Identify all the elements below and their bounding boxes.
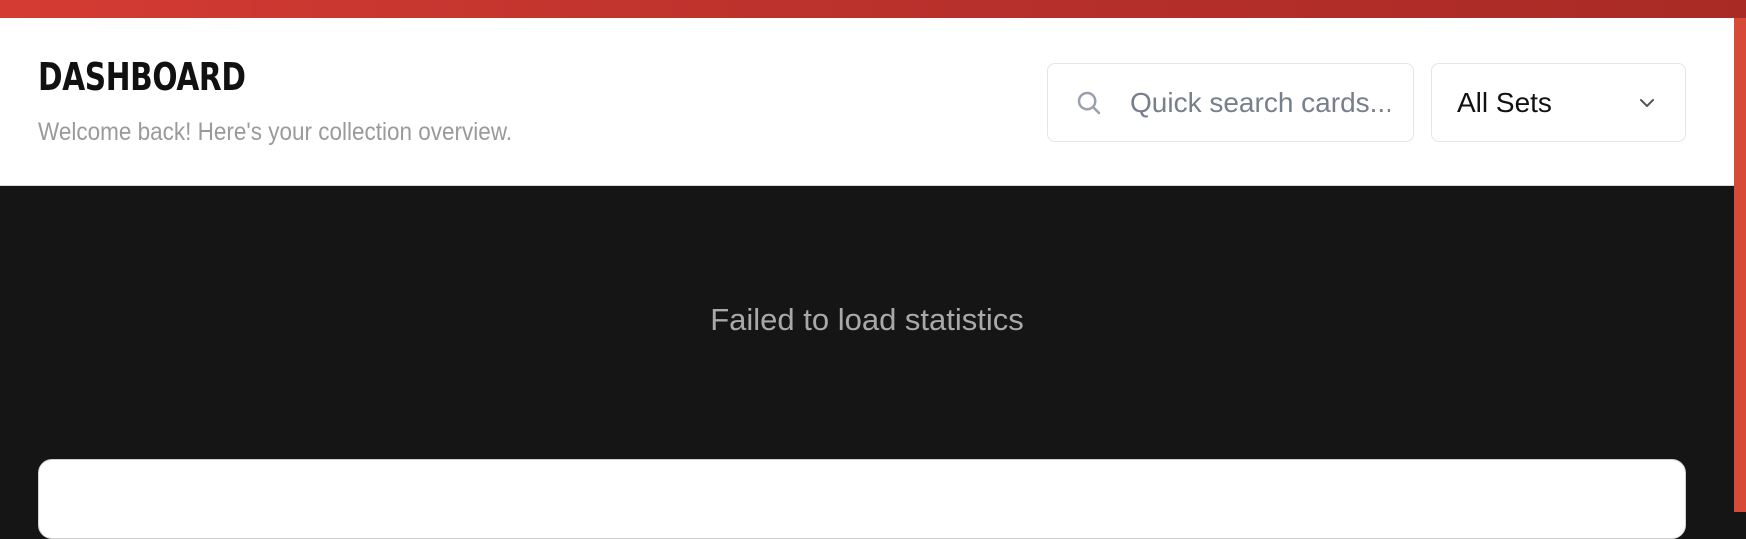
chevron-down-icon [1635,91,1659,115]
dashboard-panel [38,459,1686,539]
page-subtitle: Welcome back! Here's your collection ove… [38,118,513,146]
set-filter-select[interactable]: All Sets [1431,63,1686,142]
right-accent-edge [1734,18,1746,512]
search-input[interactable] [1120,64,1390,141]
dashboard-header: DASHBOARD Welcome back! Here's your coll… [0,18,1734,186]
top-accent-bar [0,0,1746,18]
page-title: DASHBOARD [38,55,246,99]
search-icon [1058,64,1120,141]
search-container[interactable] [1047,63,1414,142]
set-filter-value: All Sets [1457,86,1552,118]
statistics-error-message: Failed to load statistics [710,302,1024,337]
